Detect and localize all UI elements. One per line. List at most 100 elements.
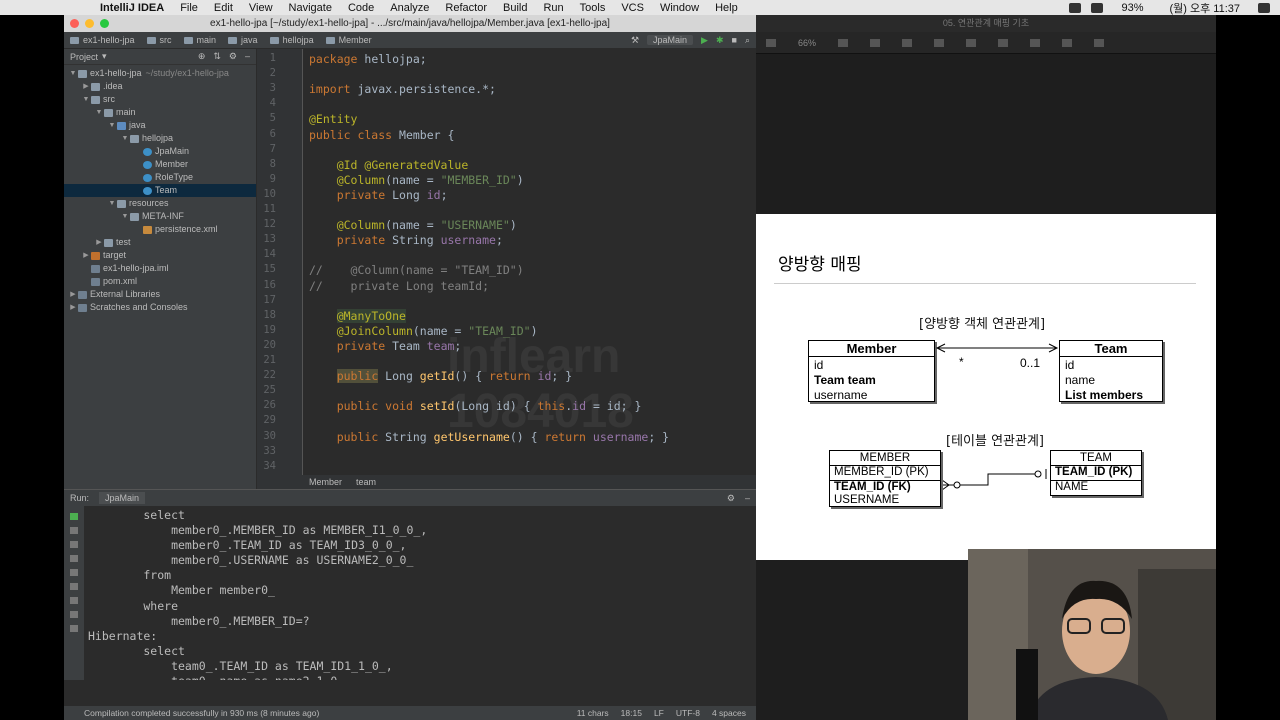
status-item[interactable]: UTF-8 [676,708,700,718]
expand-arrow-icon[interactable]: ▶ [94,236,104,249]
hide-icon[interactable]: – [245,51,250,62]
locate-icon[interactable]: ⊕ [198,51,206,62]
stop-icon[interactable] [70,527,78,534]
layout-icon[interactable] [70,611,78,618]
expand-arrow-icon[interactable]: ▶ [81,80,91,93]
breadcrumb-item[interactable]: ex1-hello-jpa [64,35,141,45]
run-config-select[interactable]: JpaMain [647,35,694,45]
tree-node[interactable]: ▼ resources [64,197,256,210]
view-icon[interactable] [766,38,776,47]
code-line[interactable]: public String getUsername() { return use… [309,430,669,444]
tree-node[interactable]: ▶ External Libraries [64,288,256,301]
media-icon[interactable] [1062,38,1073,47]
expand-arrow-icon[interactable]: ▼ [120,132,130,145]
trash-icon[interactable] [70,597,78,604]
print-icon[interactable] [70,583,78,590]
zoom-select[interactable]: 66% [798,38,816,48]
search-icon[interactable]: ⌕ [745,35,750,46]
expand-arrow-icon[interactable]: ▶ [81,249,91,262]
status-item[interactable]: LF [654,708,664,718]
breadcrumb-item[interactable]: java [222,35,264,45]
code-line[interactable]: @Column(name = "USERNAME") [309,218,517,232]
menu-item[interactable]: Refactor [437,2,495,14]
menu-item[interactable]: Run [535,2,571,14]
menu-item[interactable]: Code [340,2,382,14]
tree-node[interactable]: RoleType [64,171,256,184]
editor-crumb[interactable]: team [356,477,376,487]
play-icon[interactable] [870,38,881,47]
code-line[interactable]: @ManyToOne [309,308,406,323]
status-icon[interactable] [1069,2,1082,13]
status-item[interactable]: 18:15 [621,708,642,718]
menu-item[interactable]: Build [495,2,535,14]
tree-node[interactable]: Member [64,158,256,171]
search-icon[interactable] [1258,2,1270,13]
tree-node[interactable]: ▼ ex1-hello-jpa ~/study/ex1-hello-jpa [64,67,256,80]
code-line[interactable]: private Team team; [309,339,462,353]
tree-node[interactable]: ▶ .idea [64,80,256,93]
chevron-down-icon[interactable]: ▾ [102,51,107,62]
tree-node[interactable]: ▶ test [64,236,256,249]
code-line[interactable]: // private Long teamId; [309,279,489,293]
code-line[interactable]: private String username; [309,233,503,247]
status-item[interactable]: 4 spaces [712,708,746,718]
debug-icon[interactable]: ✱ [716,35,724,46]
hammer-icon[interactable]: ⚒ [631,35,639,46]
expand-arrow-icon[interactable]: ▶ [68,288,78,301]
tree-node[interactable]: ▶ target [64,249,256,262]
run-tab-jpamain[interactable]: JpaMain [99,492,146,504]
expand-arrow-icon[interactable]: ▼ [94,106,104,119]
breadcrumb-item[interactable]: hellojpa [264,35,320,45]
gear-icon[interactable]: ⚙ [229,51,237,62]
menu-item[interactable]: Edit [206,2,241,14]
tree-node[interactable]: Team [64,184,256,197]
clock[interactable]: (월) 오후 11:37 [1161,0,1248,16]
restore-layout-icon[interactable] [70,541,78,548]
tree-node[interactable]: ▼ src [64,93,256,106]
project-view-select[interactable]: Project [70,52,98,62]
hide-icon[interactable]: – [745,493,750,504]
menu-item[interactable]: Window [652,2,707,14]
chart-icon[interactable] [966,38,977,47]
expand-arrow-icon[interactable]: ▶ [68,301,78,314]
code-line[interactable]: @JoinColumn(name = "TEAM_ID") [309,324,538,338]
close-window-button[interactable] [70,19,79,28]
tree-node[interactable]: JpaMain [64,145,256,158]
code-line[interactable]: // @Column(name = "TEAM_ID") [309,263,524,277]
breadcrumb-item[interactable]: src [141,35,178,45]
code-line[interactable]: public void setId(Long id) { this.id = i… [309,399,642,413]
breadcrumb-item[interactable]: main [178,35,223,45]
menu-item[interactable]: Tools [572,2,614,14]
expand-arrow-icon[interactable]: ▼ [81,93,91,106]
rerun-icon[interactable] [70,513,78,520]
tree-node[interactable]: ex1-hello-jpa.iml [64,262,256,275]
breadcrumb-item[interactable]: Member [320,35,378,45]
menu-item[interactable]: Navigate [281,2,340,14]
code-line[interactable]: private Long id; [309,188,448,202]
run-icon[interactable]: ▶ [701,35,708,46]
pin-icon[interactable] [70,625,78,632]
tree-node[interactable]: pom.xml [64,275,256,288]
gear-icon[interactable]: ⚙ [727,493,735,504]
code-line[interactable]: public Long getId() { return id; } [309,369,572,384]
zoom-window-button[interactable] [100,19,109,28]
menu-item[interactable]: Help [707,2,746,14]
code-line[interactable]: @Id @GeneratedValue [309,158,469,172]
camera-icon[interactable] [70,555,78,562]
menu-app-name[interactable]: IntelliJ IDEA [92,2,172,14]
minimize-window-button[interactable] [85,19,94,28]
expand-arrow-icon[interactable]: ▼ [68,67,78,80]
tree-node[interactable]: persistence.xml [64,223,256,236]
menu-item[interactable]: View [241,2,281,14]
stop-icon[interactable]: ■ [732,35,737,45]
wifi-icon[interactable] [1091,2,1104,13]
menu-item[interactable]: VCS [613,2,652,14]
text-icon[interactable] [998,38,1009,47]
code-line[interactable]: public class Member { [309,128,454,142]
code-line[interactable]: import javax.persistence.*; [309,82,496,96]
tree-node[interactable]: ▼ META-INF [64,210,256,223]
menu-item[interactable]: File [172,2,206,14]
scroll-end-icon[interactable] [70,569,78,576]
tree-node[interactable]: ▼ hellojpa [64,132,256,145]
editor-crumb[interactable]: Member [309,477,342,487]
